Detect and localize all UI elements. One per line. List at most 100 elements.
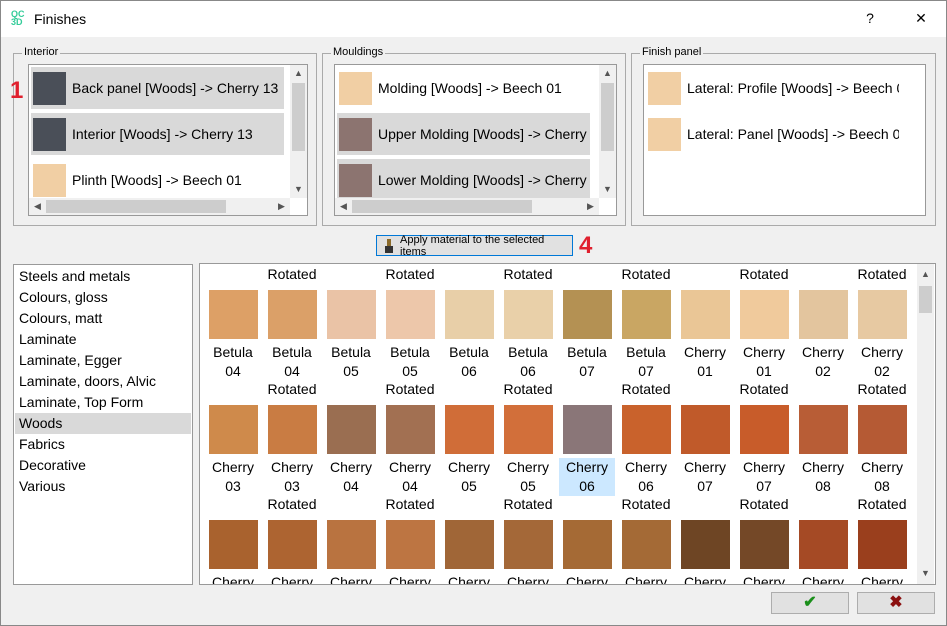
scroll-down-icon[interactable]: ▼	[917, 565, 934, 582]
material-swatch	[648, 71, 681, 105]
material-grid-scrollbar[interactable]: ▲ ▼	[917, 264, 934, 584]
material-swatch	[503, 405, 553, 454]
rotated-label	[323, 265, 379, 284]
material-name: Cherry	[441, 573, 497, 585]
scroll-thumb[interactable]	[352, 200, 532, 213]
material-grid[interactable]: ▲ ▼ Betula 04 Rotated Betula 04 Betula 05 Rotat…	[199, 263, 936, 585]
rotated-label	[795, 495, 851, 514]
list-item[interactable]: Lateral: Profile [Woods] -> Beech 01	[646, 67, 899, 109]
list-item[interactable]: Lateral: Panel [Woods] -> Beech 01	[646, 113, 899, 155]
category-item[interactable]: Laminate, Egger	[15, 350, 191, 371]
scroll-thumb[interactable]	[601, 83, 614, 151]
category-item[interactable]: Colours, gloss	[15, 287, 191, 308]
material-tile[interactable]: Rotated Cherry	[382, 495, 438, 584]
category-item[interactable]: Various	[15, 476, 191, 497]
material-name-line1: Cherry	[801, 344, 844, 360]
category-item[interactable]: Steels and metals	[15, 266, 191, 287]
material-tile[interactable]: Rotated Cherry 05	[500, 380, 556, 496]
list-item[interactable]: Plinth [Woods] -> Beech 01	[31, 159, 284, 201]
material-tile[interactable]: Cherry	[559, 495, 615, 584]
material-tile[interactable]: Rotated Cherry	[736, 495, 792, 584]
list-item-label: Upper Molding [Woods] -> Cherry	[378, 126, 587, 142]
interior-list[interactable]: Back panel [Woods] -> Cherry 13 Interior …	[28, 64, 308, 216]
cancel-button[interactable]: ✖	[857, 592, 935, 614]
scroll-thumb[interactable]	[46, 200, 226, 213]
scroll-up-icon[interactable]: ▲	[917, 266, 934, 283]
apply-material-button[interactable]: Apply material to the selected items	[376, 234, 573, 258]
scroll-down-icon[interactable]: ▼	[599, 181, 616, 198]
material-name-line1: Cherry	[447, 574, 490, 585]
list-item[interactable]: Back panel [Woods] -> Cherry 13	[31, 67, 284, 109]
material-tile[interactable]: Cherry 08	[795, 380, 851, 496]
material-tile[interactable]: Cherry 07	[677, 380, 733, 496]
material-tile[interactable]: Rotated Cherry 04	[382, 380, 438, 496]
material-tile[interactable]: Rotated Betula 06	[500, 265, 556, 381]
material-swatch	[739, 520, 789, 569]
material-tile[interactable]: Cherry	[677, 495, 733, 585]
material-tile[interactable]: Cherry 03	[205, 380, 261, 496]
list-vscrollbar[interactable]: ▲ ▼	[290, 65, 307, 198]
close-button[interactable]: ✕	[898, 1, 944, 35]
brush-icon	[382, 238, 396, 253]
material-tile[interactable]: Cherry	[205, 495, 261, 584]
scroll-down-icon[interactable]: ▼	[290, 181, 307, 198]
list-item[interactable]: Upper Molding [Woods] -> Cherry	[337, 113, 590, 155]
category-item[interactable]: Colours, matt	[15, 308, 191, 329]
scroll-thumb[interactable]	[919, 286, 932, 313]
material-tile[interactable]: Rotated Cherry 08	[854, 380, 910, 496]
material-tile[interactable]: Cherry 04	[323, 380, 379, 496]
category-item[interactable]: Decorative	[15, 455, 191, 476]
scroll-right-icon[interactable]: ▶	[582, 198, 599, 215]
material-tile[interactable]: Rotated Betula 04	[264, 265, 320, 381]
material-tile[interactable]: Rotated Cherry 03	[264, 380, 320, 496]
material-tile[interactable]: Cherry 02	[795, 265, 851, 381]
list-item[interactable]: Interior [Woods] -> Cherry 13	[31, 113, 284, 155]
scroll-up-icon[interactable]: ▲	[290, 65, 307, 82]
material-tile[interactable]: Cherry	[441, 495, 497, 585]
material-name: Cherry	[677, 573, 733, 585]
material-name-line1: Cherry	[683, 574, 726, 585]
list-hscrollbar[interactable]: ◀ ▶	[29, 198, 290, 215]
category-item[interactable]: Laminate, doors, Alvic	[15, 371, 191, 392]
material-tile[interactable]: Cherry	[323, 495, 379, 584]
material-tile[interactable]: Betula 06	[441, 265, 497, 381]
material-swatch	[33, 71, 66, 105]
material-tile[interactable]: Rotated Betula 07	[618, 265, 674, 381]
list-item[interactable]: Molding [Woods] -> Beech 01	[337, 67, 590, 109]
category-list[interactable]: Steels and metals Colours, gloss Colours, …	[13, 264, 193, 585]
material-tile[interactable]: Rotated Cherry 01	[736, 265, 792, 381]
material-tile[interactable]: Cherry 01	[677, 265, 733, 381]
material-tile[interactable]: Cherry	[795, 495, 851, 584]
ok-button[interactable]: ✔	[771, 592, 849, 614]
help-button[interactable]: ?	[847, 1, 893, 35]
category-item[interactable]: Laminate, Top Form	[15, 392, 191, 413]
rotated-label: Rotated	[503, 381, 553, 397]
material-tile[interactable]: Rotated Betula 05	[382, 265, 438, 381]
finish-panel-list[interactable]: Lateral: Profile [Woods] -> Beech 01 Late…	[643, 64, 926, 216]
material-tile[interactable]: Rotated Cherry 07	[736, 380, 792, 496]
list-vscrollbar[interactable]: ▲ ▼	[599, 65, 616, 198]
category-item[interactable]: Laminate	[15, 329, 191, 350]
material-tile[interactable]: Betula 05	[323, 265, 379, 381]
material-tile[interactable]: Betula 04	[205, 265, 261, 381]
scroll-up-icon[interactable]: ▲	[599, 65, 616, 82]
scroll-left-icon[interactable]: ◀	[335, 198, 352, 215]
material-tile[interactable]: Rotated Cherry	[264, 495, 320, 584]
material-tile[interactable]: Rotated Cherry	[500, 495, 556, 584]
scroll-left-icon[interactable]: ◀	[29, 198, 46, 215]
list-hscrollbar[interactable]: ◀ ▶	[335, 198, 599, 215]
list-item[interactable]: Lower Molding [Woods] -> Cherry	[337, 159, 590, 201]
category-item[interactable]: Woods	[15, 413, 191, 434]
mouldings-list[interactable]: Molding [Woods] -> Beech 01 Upper Molding…	[334, 64, 617, 216]
material-tile[interactable]: Cherry 05	[441, 380, 497, 496]
material-tile[interactable]: Rotated Cherry 06	[618, 380, 674, 496]
material-tile[interactable]: Rotated Cherry	[854, 495, 910, 584]
material-tile[interactable]: Rotated Cherry 02	[854, 265, 910, 381]
material-tile[interactable]: Cherry 06	[559, 380, 615, 496]
material-tile[interactable]: Betula 07	[559, 265, 615, 381]
scroll-thumb[interactable]	[292, 83, 305, 151]
rotated-label	[677, 265, 733, 284]
category-item[interactable]: Fabrics	[15, 434, 191, 455]
material-tile[interactable]: Rotated Cherry	[618, 495, 674, 584]
scroll-right-icon[interactable]: ▶	[273, 198, 290, 215]
